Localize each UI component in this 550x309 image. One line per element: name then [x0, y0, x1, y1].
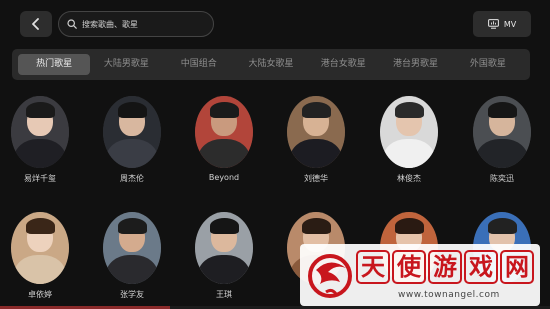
mv-label: MV	[503, 19, 517, 29]
artist-avatar	[11, 212, 69, 284]
back-button[interactable]	[20, 11, 52, 37]
angel-logo-icon	[308, 254, 352, 298]
watermark-url: www.townangel.com	[398, 290, 500, 300]
artist-card[interactable]: 刘德华	[276, 96, 356, 184]
category-tabs: 热门歌星 大陆男歌星 中国组合 大陆女歌星 港台女歌星 港台男歌星 外国歌星	[12, 49, 530, 80]
tab-6[interactable]: 外国歌星	[452, 54, 524, 75]
artist-name: 易烊千玺	[24, 174, 56, 183]
mv-screen-icon	[487, 19, 499, 29]
artist-card[interactable]: 王琪	[184, 212, 264, 300]
artist-card[interactable]: 易烊千玺	[0, 96, 80, 184]
chevron-left-icon	[32, 18, 39, 30]
artist-name: 林俊杰	[397, 174, 421, 183]
top-toolbar: MV	[0, 0, 550, 48]
artist-avatar	[195, 96, 253, 168]
artist-name: 卓依婷	[28, 290, 52, 299]
watermark-char: 游	[428, 250, 462, 284]
tab-0[interactable]: 热门歌星	[18, 54, 91, 75]
artist-name: 刘德华	[304, 174, 328, 183]
artist-name: 陈奕迅	[490, 174, 514, 183]
tab-4[interactable]: 港台女歌星	[307, 54, 379, 75]
watermark-char: 网	[500, 250, 534, 284]
artist-avatar	[380, 96, 438, 168]
watermark-char: 戏	[464, 250, 498, 284]
watermark-title: 天使游戏网	[356, 250, 534, 284]
search-input[interactable]	[82, 19, 202, 29]
artist-avatar	[103, 212, 161, 284]
artist-card[interactable]: 卓依婷	[0, 212, 80, 300]
watermark-char: 天	[356, 250, 390, 284]
search-icon	[67, 19, 77, 29]
artist-avatar	[287, 96, 345, 168]
artist-avatar	[195, 212, 253, 284]
artist-avatar	[473, 96, 531, 168]
artist-card[interactable]: 周杰伦	[92, 96, 172, 184]
artist-card[interactable]: Beyond	[184, 96, 264, 182]
artist-name: 周杰伦	[120, 174, 144, 183]
tab-1[interactable]: 大陆男歌星	[90, 54, 162, 75]
tab-2[interactable]: 中国组合	[163, 54, 235, 75]
mv-button[interactable]: MV	[473, 11, 531, 37]
artist-avatar	[103, 96, 161, 168]
tab-3[interactable]: 大陆女歌星	[235, 54, 307, 75]
search-box[interactable]	[58, 11, 214, 37]
artist-card[interactable]: 张学友	[92, 212, 172, 300]
artist-name: 王琪	[216, 290, 232, 299]
watermark: 天使游戏网 www.townangel.com	[300, 244, 540, 306]
artist-card[interactable]: 陈奕迅	[462, 96, 542, 184]
artist-card[interactable]: 林俊杰	[369, 96, 449, 184]
artist-name: 张学友	[120, 290, 144, 299]
artist-name: Beyond	[208, 173, 240, 182]
tab-5[interactable]: 港台男歌星	[379, 54, 451, 75]
watermark-char: 使	[392, 250, 426, 284]
artist-avatar	[11, 96, 69, 168]
